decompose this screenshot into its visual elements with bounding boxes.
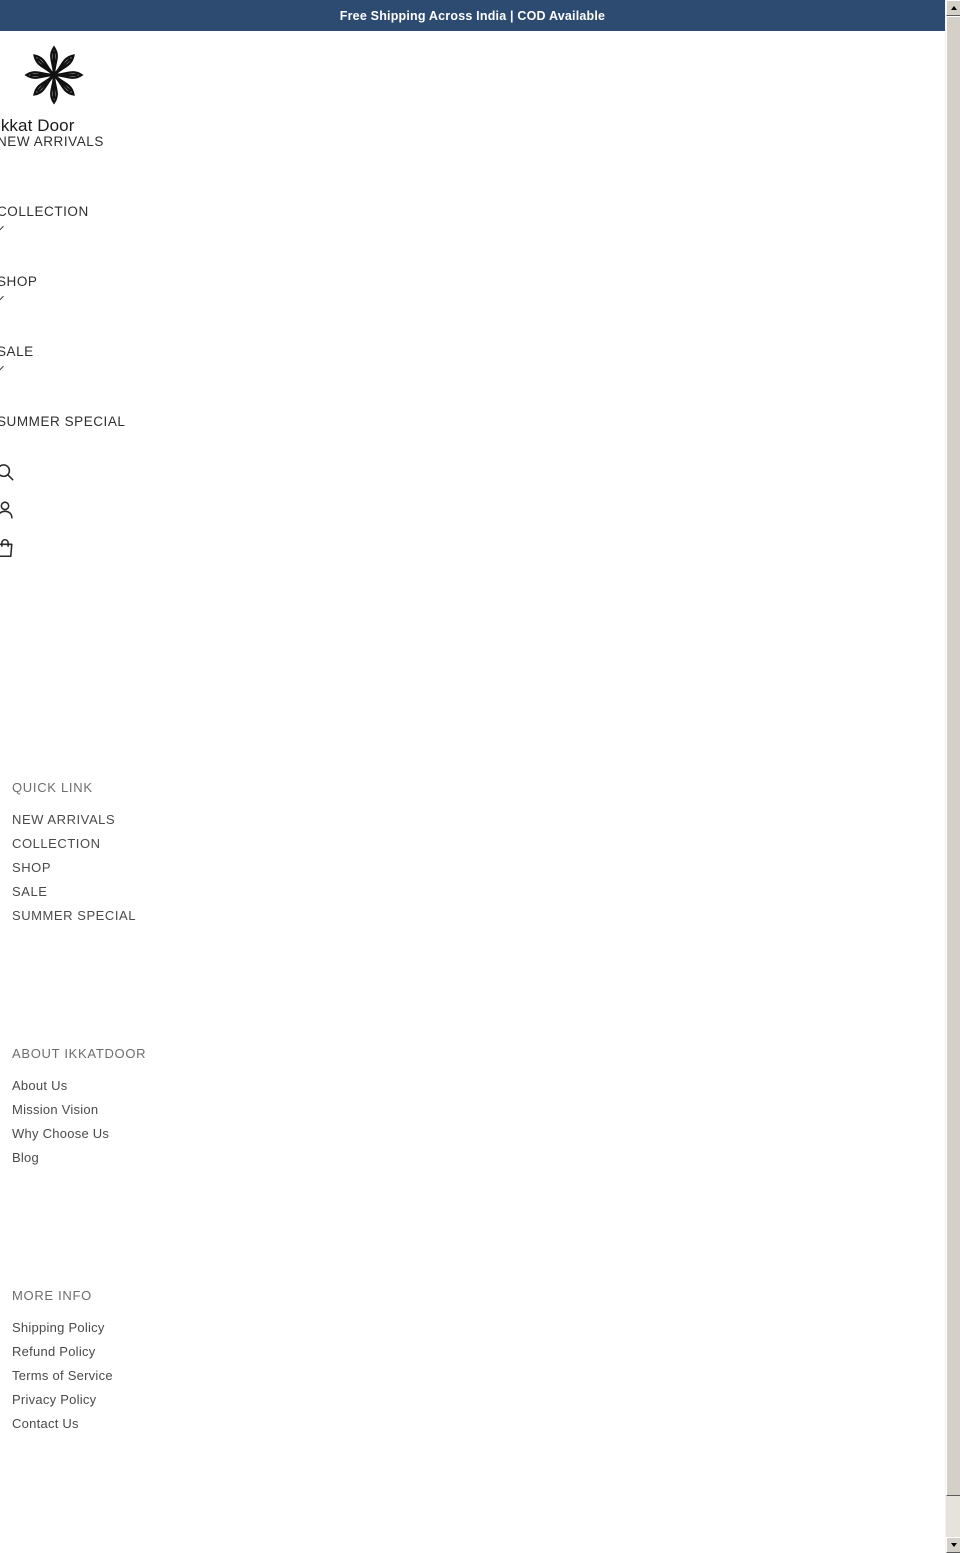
logo-wordmark: Ikkat Door (0, 116, 75, 135)
nav-item-label: SHOP (0, 274, 38, 289)
footer-column-more-info: MORE INFO Shipping Policy Refund Policy … (12, 1288, 332, 1436)
nav-item-collection[interactable]: COLLECTION (0, 205, 257, 275)
main-navigation: NEW ARRIVALS COLLECTION SHOP SALE SUMMER… (0, 135, 257, 485)
footer-link-shipping-policy[interactable]: Shipping Policy (12, 1316, 332, 1340)
scrollbar-track[interactable] (946, 16, 960, 1537)
footer-column-quick-link: QUICK LINK NEW ARRIVALS COLLECTION SHOP … (12, 780, 332, 928)
chevron-down-icon (0, 289, 4, 303)
footer-link-blog[interactable]: Blog (12, 1146, 332, 1170)
chevron-down-icon (0, 359, 4, 373)
footer-link-shop[interactable]: SHOP (12, 856, 332, 880)
announcement-text: Free Shipping Across India | COD Availab… (339, 8, 606, 23)
footer-link-about-us[interactable]: About Us (12, 1074, 332, 1098)
nav-item-new-arrivals[interactable]: NEW ARRIVALS (0, 135, 257, 205)
footer-link-refund-policy[interactable]: Refund Policy (12, 1340, 332, 1364)
footer-link-new-arrivals[interactable]: NEW ARRIVALS (12, 808, 332, 832)
footer-link-privacy-policy[interactable]: Privacy Policy (12, 1388, 332, 1412)
chevron-down-icon (0, 219, 4, 233)
site-logo[interactable]: Ikkat Door (0, 37, 114, 136)
search-icon[interactable] (0, 461, 54, 499)
vertical-scrollbar[interactable] (945, 0, 960, 1553)
footer-column-heading: ABOUT IKKATDOOR (12, 1046, 147, 1061)
footer-link-terms-of-service[interactable]: Terms of Service (12, 1364, 332, 1388)
nav-item-shop[interactable]: SHOP (0, 275, 257, 345)
announcement-bar: Free Shipping Across India | COD Availab… (0, 0, 945, 31)
footer-column-heading: MORE INFO (12, 1288, 92, 1303)
floral-mandala-logo-icon (0, 37, 114, 118)
scroll-up-icon (950, 6, 957, 10)
footer-link-mission-vision[interactable]: Mission Vision (12, 1098, 332, 1122)
utility-icon-group (0, 461, 54, 575)
footer-column-about: ABOUT IKKATDOOR About Us Mission Vision … (12, 1046, 332, 1170)
footer-link-contact-us[interactable]: Contact Us (12, 1412, 332, 1436)
page-root: Free Shipping Across India | COD Availab… (0, 0, 945, 1553)
footer-link-why-choose-us[interactable]: Why Choose Us (12, 1122, 332, 1146)
nav-item-label: SALE (0, 344, 34, 359)
footer-link-sale[interactable]: SALE (12, 880, 332, 904)
nav-item-label: COLLECTION (0, 204, 89, 219)
footer-column-heading: QUICK LINK (12, 780, 93, 795)
scroll-up-button[interactable] (946, 0, 960, 16)
account-icon[interactable] (0, 499, 54, 537)
footer-link-summer-special[interactable]: SUMMER SPECIAL (12, 904, 332, 928)
scroll-down-icon (950, 1543, 957, 1547)
nav-item-label: SUMMER SPECIAL (0, 414, 126, 429)
shopping-bag-icon[interactable] (0, 537, 54, 575)
scrollbar-thumb[interactable] (946, 16, 960, 1496)
scroll-down-button[interactable] (946, 1537, 960, 1553)
nav-item-sale[interactable]: SALE (0, 345, 257, 415)
footer-link-collection[interactable]: COLLECTION (12, 832, 332, 856)
nav-item-label: NEW ARRIVALS (0, 134, 104, 149)
